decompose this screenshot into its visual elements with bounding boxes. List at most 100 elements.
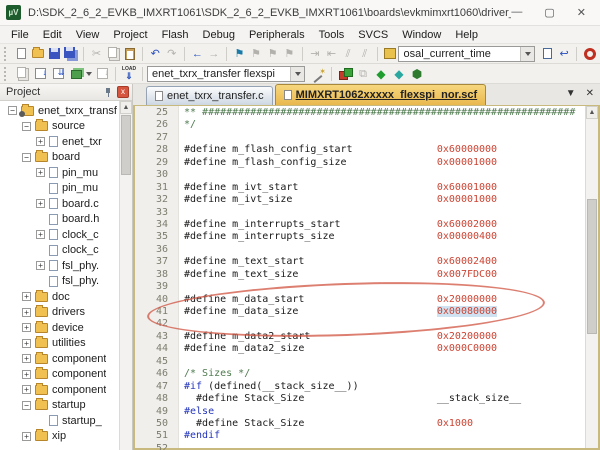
- project-tree-scrollbar[interactable]: ▲: [119, 101, 132, 450]
- tree-item-board[interactable]: − board: [0, 150, 119, 166]
- next-bookmark-button[interactable]: ⚑: [248, 46, 265, 62]
- rebuild-button[interactable]: [49, 66, 67, 82]
- incremental-find-button[interactable]: ↩: [556, 46, 573, 62]
- batch-build-dropdown[interactable]: [85, 66, 93, 82]
- start-stop-debug-button[interactable]: [336, 66, 354, 82]
- navigate-back-button[interactable]: ←: [189, 46, 206, 62]
- code-editor[interactable]: 2526272829303132333435363738394041424344…: [133, 106, 600, 450]
- uncomment-selection-button[interactable]: ⫽: [356, 46, 373, 62]
- tree-item-startup-[interactable]: startup_: [0, 413, 119, 429]
- menu-item-tools[interactable]: Tools: [312, 28, 352, 42]
- tree-item-xip[interactable]: + xip: [0, 429, 119, 445]
- cut-button[interactable]: ✂: [88, 46, 105, 62]
- menu-item-window[interactable]: Window: [395, 28, 448, 42]
- tree-expander-icon[interactable]: −: [22, 153, 31, 162]
- tree-expander-icon[interactable]: −: [8, 106, 17, 115]
- project-panel-close-button[interactable]: x: [117, 86, 129, 98]
- find-text-combobox[interactable]: osal_current_time: [398, 46, 535, 62]
- tree-item-clock-c[interactable]: + clock_c: [0, 227, 119, 243]
- tree-expander-icon[interactable]: +: [22, 385, 31, 394]
- outdent-button[interactable]: ⇤: [323, 46, 340, 62]
- copy-button[interactable]: [105, 46, 122, 62]
- build-button[interactable]: [31, 66, 49, 82]
- target-select-combobox[interactable]: enet_txrx_transfer flexspi: [147, 66, 305, 82]
- tree-expander-icon[interactable]: +: [22, 354, 31, 363]
- tree-expander-icon[interactable]: −: [22, 122, 31, 131]
- window-layout-button[interactable]: ⧉: [354, 66, 372, 82]
- comment-selection-button[interactable]: ⫽: [340, 46, 357, 62]
- tree-item-board-h[interactable]: board.h: [0, 212, 119, 228]
- new-file-button[interactable]: [13, 46, 30, 62]
- tab-enet-txrx-transfer-c[interactable]: enet_txrx_transfer.c: [146, 86, 273, 105]
- menu-item-svcs[interactable]: SVCS: [351, 28, 395, 42]
- menu-item-debug[interactable]: Debug: [196, 28, 242, 42]
- tree-item-component[interactable]: + component: [0, 382, 119, 398]
- tree-expander-icon[interactable]: +: [22, 339, 31, 348]
- menu-item-peripherals[interactable]: Peripherals: [242, 28, 312, 42]
- pin-icon[interactable]: [103, 87, 113, 97]
- tree-item-fsl-phy-[interactable]: + fsl_phy.: [0, 258, 119, 274]
- tree-item-device[interactable]: + device: [0, 320, 119, 336]
- select-software-packs-button[interactable]: ◆: [390, 66, 408, 82]
- tab-mimxrt1062xxxxx-flexspi-nor-scf[interactable]: MIMXRT1062xxxxx_flexspi_nor.scf: [275, 84, 487, 105]
- tree-item-component[interactable]: + component: [0, 367, 119, 383]
- toolbar-grip[interactable]: [4, 47, 9, 61]
- open-file-button[interactable]: [29, 46, 46, 62]
- tree-item-utilities[interactable]: + utilities: [0, 336, 119, 352]
- tab-list-dropdown-button[interactable]: ▼: [566, 88, 576, 99]
- menu-item-flash[interactable]: Flash: [155, 28, 196, 42]
- indent-button[interactable]: ⇥: [307, 46, 324, 62]
- menu-item-edit[interactable]: Edit: [36, 28, 69, 42]
- menu-item-file[interactable]: File: [4, 28, 36, 42]
- tree-item-fsl-phy-[interactable]: fsl_phy.: [0, 274, 119, 290]
- toolbar-grip[interactable]: [4, 67, 9, 81]
- scroll-up-arrow[interactable]: ▲: [120, 101, 132, 114]
- save-button[interactable]: [46, 46, 63, 62]
- save-all-button[interactable]: [63, 46, 80, 62]
- find-in-files-button[interactable]: [382, 46, 399, 62]
- undo-button[interactable]: ↶: [147, 46, 164, 62]
- batch-build-button[interactable]: [67, 66, 85, 82]
- tree-item-source[interactable]: − source: [0, 119, 119, 135]
- menu-item-project[interactable]: Project: [106, 28, 154, 42]
- scrollbar-thumb[interactable]: [587, 199, 597, 334]
- maximize-button[interactable]: ▢: [544, 6, 554, 19]
- close-document-button[interactable]: ✕: [586, 88, 594, 99]
- tree-expander-icon[interactable]: +: [36, 261, 45, 270]
- clear-bookmarks-button[interactable]: ⚑: [281, 46, 298, 62]
- scroll-up-arrow[interactable]: ▲: [586, 106, 598, 119]
- tree-item-board-c[interactable]: + board.c: [0, 196, 119, 212]
- previous-bookmark-button[interactable]: ⚑: [264, 46, 281, 62]
- paste-button[interactable]: [121, 46, 138, 62]
- tree-expander-icon[interactable]: +: [22, 308, 31, 317]
- menu-item-view[interactable]: View: [69, 28, 107, 42]
- scrollbar-thumb[interactable]: [121, 115, 131, 175]
- search-options-button[interactable]: [581, 46, 598, 62]
- editor-scrollbar[interactable]: ▲: [585, 106, 598, 448]
- tree-expander-icon[interactable]: +: [36, 137, 45, 146]
- tree-expander-icon[interactable]: −: [22, 401, 31, 410]
- tree-item-drivers[interactable]: + drivers: [0, 305, 119, 321]
- find-dropdown-button[interactable]: [520, 47, 534, 61]
- tree-expander-icon[interactable]: +: [36, 199, 45, 208]
- close-button[interactable]: ✕: [577, 6, 586, 19]
- tree-item-pin-mu[interactable]: + pin_mu: [0, 165, 119, 181]
- tree-expander-icon[interactable]: +: [22, 292, 31, 301]
- tree-item-enet-txr[interactable]: + enet_txr: [0, 134, 119, 150]
- menu-item-help[interactable]: Help: [448, 28, 485, 42]
- find-button[interactable]: [539, 46, 556, 62]
- tree-expander-icon[interactable]: +: [36, 230, 45, 239]
- tree-expander-icon[interactable]: +: [36, 168, 45, 177]
- tree-expander-icon[interactable]: +: [22, 370, 31, 379]
- minimize-button[interactable]: —: [511, 6, 522, 19]
- tree-item-component[interactable]: + component: [0, 351, 119, 367]
- tree-item-clock-c[interactable]: clock_c: [0, 243, 119, 259]
- redo-button[interactable]: ↷: [163, 46, 180, 62]
- insert-bookmark-button[interactable]: ⚑: [231, 46, 248, 62]
- manage-runtime-environment-button[interactable]: ◆: [372, 66, 390, 82]
- tree-expander-icon[interactable]: +: [22, 432, 31, 441]
- options-for-target-button[interactable]: [309, 66, 327, 82]
- navigate-forward-button[interactable]: →: [206, 46, 223, 62]
- translate-button[interactable]: [13, 66, 31, 82]
- pack-installer-button[interactable]: ⬢: [408, 66, 426, 82]
